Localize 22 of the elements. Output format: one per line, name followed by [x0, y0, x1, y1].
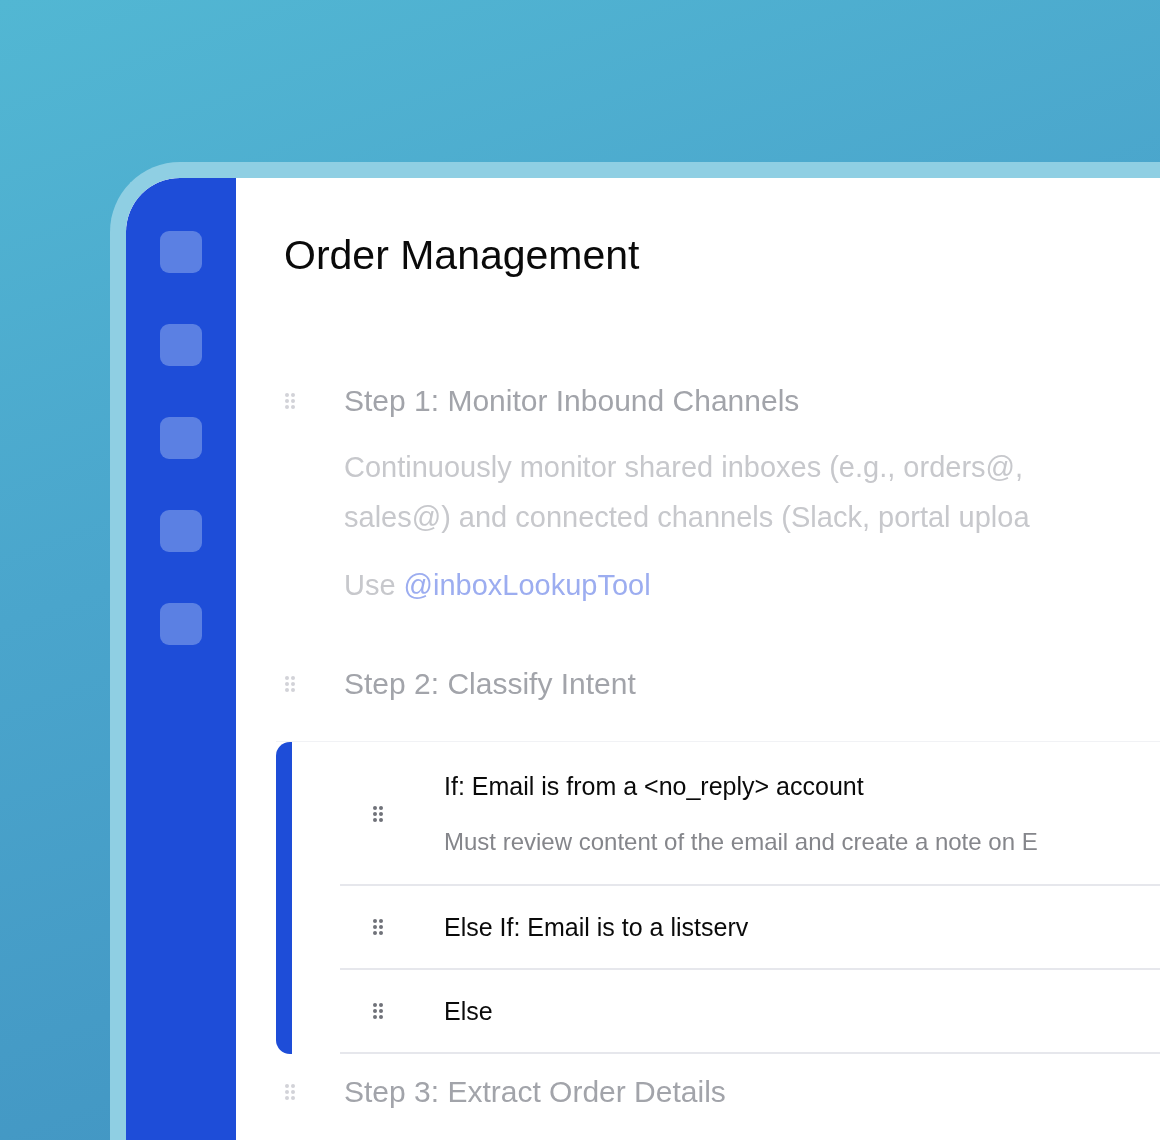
condition-text: Else [444, 996, 493, 1026]
nav-icon[interactable] [160, 231, 202, 273]
drag-handle-icon[interactable] [372, 805, 384, 823]
drag-handle-icon[interactable] [284, 392, 296, 410]
step-description: Continuously monitor shared inboxes (e.g., orders@, sales@) and connected channels (Slack, portal uploa [344, 450, 1031, 535]
nav-icon[interactable] [160, 324, 202, 366]
drag-handle-icon[interactable] [284, 1083, 296, 1101]
page-title: Order Management [284, 231, 641, 280]
nav-icon[interactable] [160, 417, 202, 459]
step-heading: Step 1: Monitor Inbound Channels [344, 384, 800, 418]
drag-handle-icon[interactable] [284, 675, 296, 693]
condition-detail: Must review content of the email and create a note on E [444, 827, 1038, 857]
step-heading: Step 2: Classify Intent [344, 667, 636, 701]
drag-handle-icon[interactable] [372, 918, 384, 936]
nav-icon[interactable] [160, 603, 202, 645]
drag-handle-icon[interactable] [372, 1002, 384, 1020]
nav-icon[interactable] [160, 510, 202, 552]
condition-text: Else If: Email is to a listserv [444, 912, 749, 942]
condition-text: If: Email is from a <no_reply> account [444, 771, 865, 801]
tool-mention-link[interactable]: @inboxLookupTool [403, 563, 651, 607]
step-heading: Step 3: Extract Order Details [344, 1075, 726, 1109]
instruction-text: Use [344, 568, 396, 603]
